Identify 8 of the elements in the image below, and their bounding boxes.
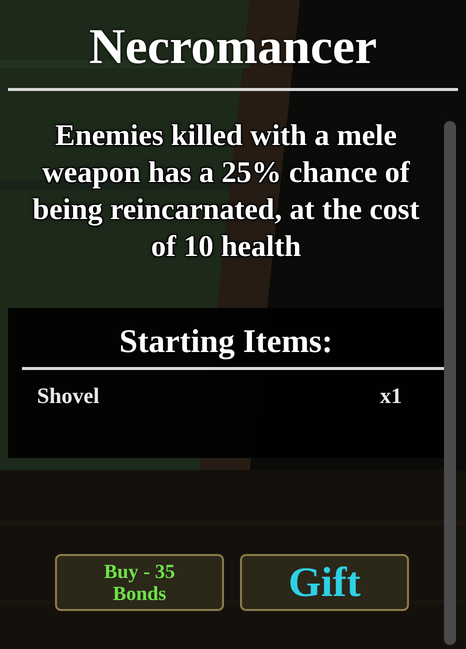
items-heading: Starting Items:: [119, 323, 333, 362]
item-name: Shovel: [37, 382, 100, 410]
item-quantity: x1: [380, 382, 402, 410]
gift-button[interactable]: Gift: [240, 554, 409, 611]
description: Enemies killed with a mele weapon has a 25% chance of being reincarnated, at the cost of 10 health: [32, 118, 420, 265]
scrollbar[interactable]: [444, 121, 456, 645]
title: Necromancer: [89, 17, 377, 76]
buy-button[interactable]: Buy - 35 Bonds: [55, 554, 224, 611]
